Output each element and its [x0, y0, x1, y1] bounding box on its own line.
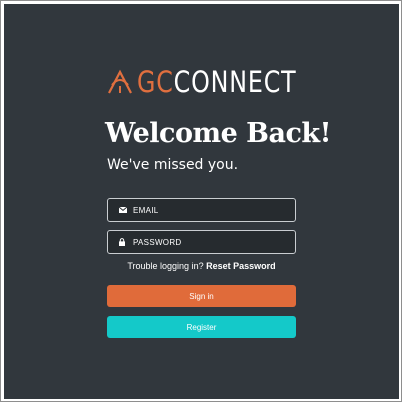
page-subtitle: We've missed you. [107, 157, 239, 173]
login-screen: GCCONNECT Welcome Back! We've missed you… [4, 4, 399, 399]
email-field[interactable] [107, 198, 296, 222]
brand-name-prefix: GC [137, 65, 174, 99]
password-input[interactable] [133, 232, 283, 252]
tent-icon [107, 69, 133, 95]
reset-password-link[interactable]: Reset Password [206, 261, 276, 271]
password-field[interactable] [107, 230, 296, 254]
register-button[interactable]: Register [107, 316, 296, 338]
envelope-icon [119, 206, 127, 214]
trouble-logging-in: Trouble logging in? Reset Password [4, 261, 399, 271]
trouble-text: Trouble logging in? [127, 261, 204, 271]
lock-icon [119, 238, 127, 246]
email-input[interactable] [133, 200, 283, 220]
brand-name-suffix: CONNECT [173, 65, 297, 99]
window-frame: GCCONNECT Welcome Back! We've missed you… [0, 0, 402, 402]
page-title: Welcome Back! [105, 118, 331, 149]
brand-name: GCCONNECT [137, 66, 296, 98]
brand-logo: GCCONNECT [107, 66, 331, 98]
sign-in-button[interactable]: Sign in [107, 285, 296, 307]
